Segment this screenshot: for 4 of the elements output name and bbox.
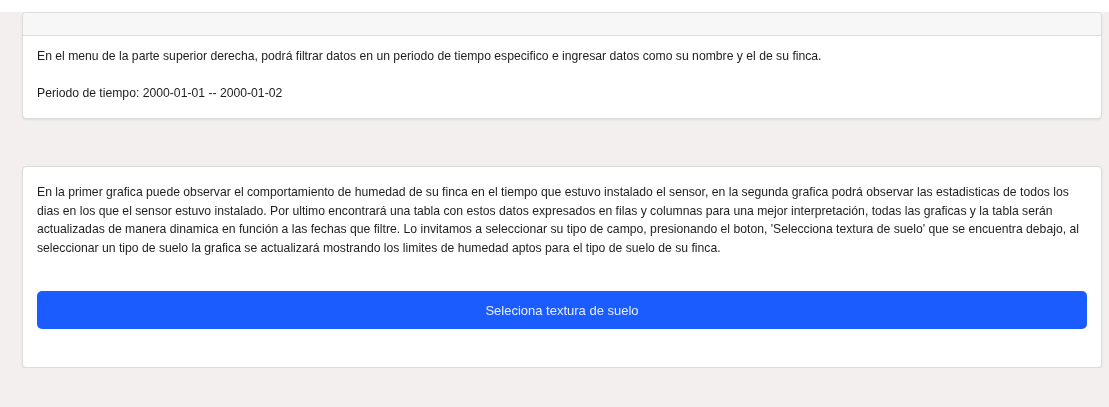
info-text: En el menu de la parte superior derecha, podrá filtrar datos en un periodo de tiempo especifico e ingresar datos como su nombre y el de su finca. xyxy=(37,48,823,65)
soil-texture-button[interactable]: Seleciona textura de suelo xyxy=(37,291,1087,330)
description-text: En la primer grafica puede observar el comportamiento de humedad de su finca en el tiempo que estuvo instalado el sensor, en la segunda grafica podrá observar las estadisticas de todos los dias en los que el sensor estuvo instalado. Por ultimo encontrará una tabla con estos datos expresados en filas y columnas para una mejor interpretación, todas las graficas y la tabla serán actualizadas de manera dinamica en función a las fechas que filtre. Lo invitamos a seleccionar su tipo de campo, presionando el boton, 'Selecciona textura de suelo' que se encuentra debajo, al seleccionar un tipo de suelo la grafica se actualizará mostrando los limites de humedad aptos para el tipo de suelo de su finca. xyxy=(37,184,1080,257)
info-text: Periodo de tiempo: 2000-01-01 -- 2000-01-02 xyxy=(37,85,284,102)
